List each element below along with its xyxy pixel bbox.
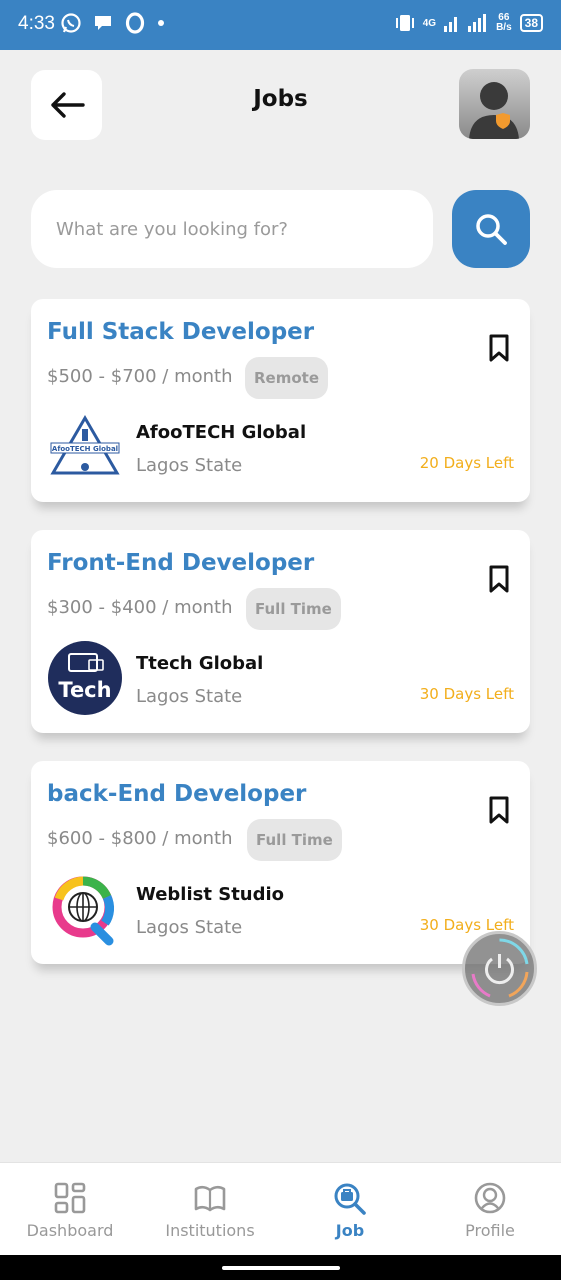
job-location: Lagos State [136,917,243,938]
book-icon [194,1185,226,1212]
job-title[interactable]: Full Stack Developer [47,319,314,345]
whatsapp-icon [61,13,81,33]
network-speed: 66 B/s [496,12,512,33]
job-type-badge: Full Time [247,819,342,861]
nav-profile[interactable]: Profile [420,1163,560,1256]
company-logo [47,871,123,947]
nav-label: Institutions [165,1221,255,1240]
logo-text: Tech [58,678,111,702]
job-location: Lagos State [136,686,243,707]
days-left: 30 Days Left [419,685,514,703]
salary-range: $300 - $400 / month [47,597,233,618]
user-avatar-icon [469,82,519,139]
nav-job[interactable]: Job [280,1163,420,1256]
battery-icon: 38 [519,14,543,32]
system-icons: 4G 66 B/s 38 [395,12,543,34]
nav-dashboard[interactable]: Dashboard [0,1163,140,1256]
search-input[interactable] [31,190,433,268]
company-logo: AfooTECH Global [47,409,123,485]
company-name: Weblist Studio [136,884,285,905]
chat-icon [95,16,111,30]
avatar[interactable] [459,69,530,139]
search-box [31,190,433,268]
signal-icon [444,14,487,32]
job-search-icon [334,1183,366,1215]
nav-label: Profile [465,1221,515,1240]
job-location: Lagos State [136,455,243,476]
job-type-badge: Full Time [246,588,341,630]
home-indicator[interactable] [222,1266,340,1270]
nav-institutions[interactable]: Institutions [140,1163,280,1256]
job-type-badge: Remote [245,357,329,399]
nav-label: Dashboard [26,1221,114,1240]
search-icon [476,214,507,245]
job-card[interactable]: Front-End Developer $300 - $400 / month … [31,530,530,733]
bookmark-icon[interactable] [488,565,510,593]
power-icon [471,938,529,998]
days-left: 20 Days Left [419,454,514,472]
job-card[interactable]: Full Stack Developer $500 - $700 / month… [31,299,530,502]
grid-icon [54,1182,86,1214]
company-name: AfooTECH Global [136,422,307,443]
nav-label: Job [335,1221,365,1240]
network-label: 4G [422,17,437,29]
notification-icons [60,12,166,34]
user-circle-icon [474,1182,506,1214]
salary-range: $500 - $700 / month [47,366,233,387]
company-name: Ttech Global [136,653,264,674]
vibrate-icon [395,15,414,31]
company-logo: Tech [47,640,123,716]
bookmark-icon[interactable] [488,796,510,824]
status-bar: 4:33 4G 66 B/s 38 [0,0,561,50]
bottom-nav: Dashboard Institutions Job Profile [0,1162,561,1255]
search-button[interactable] [452,190,530,268]
status-time: 4:33 [18,13,55,34]
opera-icon [125,12,145,34]
salary-range: $600 - $800 / month [47,828,233,849]
bookmark-icon[interactable] [488,334,510,362]
dot-icon [158,20,164,26]
job-title[interactable]: Front-End Developer [47,550,314,576]
logo-text: AfooTECH Global [52,445,118,453]
floating-power-button[interactable] [462,931,537,1006]
system-nav-bar [0,1255,561,1280]
job-card[interactable]: back-End Developer $600 - $800 / month F… [31,761,530,964]
job-title[interactable]: back-End Developer [47,781,306,807]
